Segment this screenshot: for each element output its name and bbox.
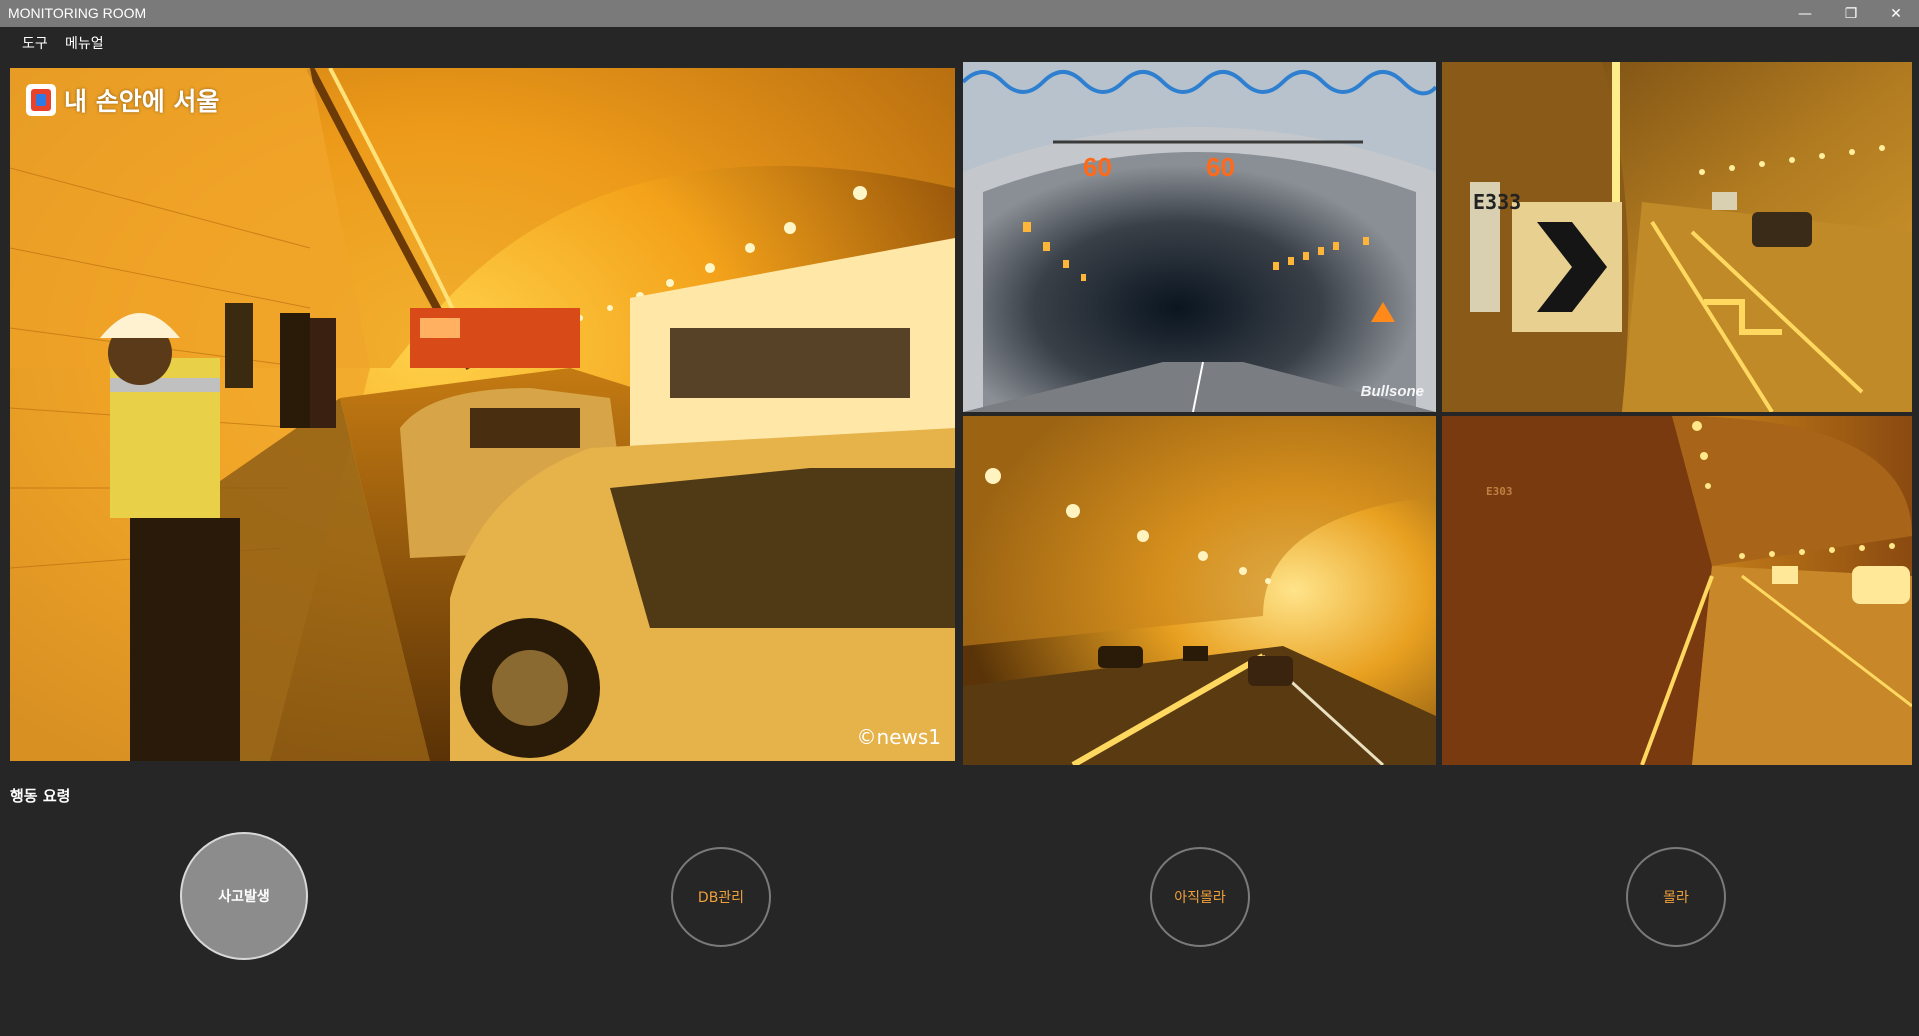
- camera-feed-1[interactable]: 60 60 Bullsone: [963, 62, 1436, 412]
- bullsone-watermark: Bullsone: [1360, 383, 1424, 400]
- window-title: MONITORING ROOM: [8, 5, 147, 21]
- title-bar: MONITORING ROOM — ❐ ✕: [0, 0, 1919, 27]
- tunnel-entrance-image: [963, 62, 1436, 412]
- menu-bar: 도구 메뉴얼: [0, 28, 1919, 56]
- menu-manual[interactable]: 메뉴얼: [65, 33, 104, 53]
- maximize-button[interactable]: ❐: [1828, 0, 1874, 27]
- tunnel-accident-image: [10, 68, 955, 761]
- speed-limit-sign-left: 60: [1083, 152, 1112, 182]
- dont-know-button[interactable]: 몰라: [1626, 847, 1726, 947]
- seoul-logo-icon: [26, 84, 56, 116]
- close-button[interactable]: ✕: [1873, 0, 1919, 27]
- minimize-button[interactable]: —: [1782, 0, 1828, 27]
- location-code-sign: E333: [1473, 190, 1521, 214]
- camera-feed-3[interactable]: [963, 416, 1436, 765]
- tunnel-curve-image: [1442, 62, 1912, 412]
- news-watermark: ©news1: [856, 725, 941, 749]
- speed-limit-sign-right: 60: [1206, 152, 1235, 182]
- section-label-action-guide: 행동 요령: [10, 787, 71, 805]
- not-sure-yet-button[interactable]: 아직몰라: [1150, 847, 1250, 947]
- seoul-logo-text: 내 손안에 서울: [64, 87, 220, 116]
- menu-tools[interactable]: 도구: [22, 33, 48, 53]
- incident-button[interactable]: 사고발생: [180, 832, 308, 960]
- camera-feed-2[interactable]: E333: [1442, 62, 1912, 412]
- tunnel-long-image: [1442, 416, 1912, 765]
- camera-feed-4[interactable]: E303: [1442, 416, 1912, 765]
- db-management-button[interactable]: DB관리: [671, 847, 771, 947]
- location-code-sign: E303: [1486, 486, 1513, 498]
- tunnel-traffic-image: [963, 416, 1436, 765]
- main-camera-feed[interactable]: 내 손안에 서울 ©news1: [10, 68, 955, 761]
- seoul-logo: 내 손안에 서울: [26, 82, 219, 118]
